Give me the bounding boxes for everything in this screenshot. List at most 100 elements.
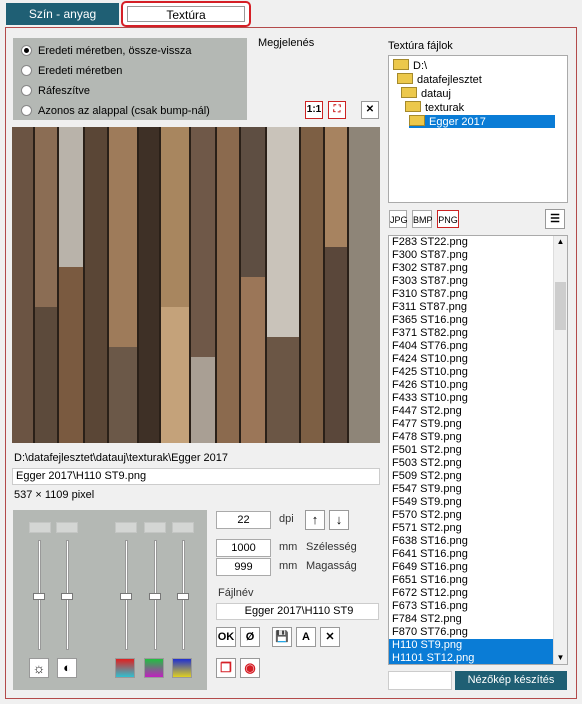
filename-label: Fájlnév (218, 587, 254, 599)
radio-dot (21, 45, 32, 56)
scroll-up-icon[interactable]: ▲ (555, 237, 566, 247)
file-list-item[interactable]: F365 ST16.png (389, 314, 567, 327)
tree-node-label: D:\ (413, 60, 428, 72)
red-channel-icon[interactable] (115, 658, 135, 678)
contrast-icon[interactable]: ◐ (57, 658, 77, 678)
width-unit: mm (279, 541, 298, 553)
file-list-item[interactable]: F549 ST9.png (389, 496, 567, 509)
file-list-item[interactable]: H110 ST9.png (389, 639, 567, 652)
file-list-item[interactable]: F501 ST2.png (389, 444, 567, 457)
tab-color-material[interactable]: Szín - anyag (6, 3, 119, 25)
arrow-up-icon[interactable]: ↑ (305, 510, 325, 530)
file-list-item[interactable]: F784 ST2.png (389, 613, 567, 626)
slider-handle[interactable] (120, 593, 132, 600)
slider-handle[interactable] (149, 593, 161, 600)
tree-node-label: datauj (421, 88, 451, 100)
file-list-item[interactable]: F300 ST87.png (389, 249, 567, 262)
file-list-item[interactable]: F673 ST16.png (389, 600, 567, 613)
file-list-item[interactable]: F547 ST9.png (389, 483, 567, 496)
pixel-size: 537 × 1109 pixel (14, 489, 95, 501)
radio-label: Eredeti méretben (38, 65, 123, 77)
slider-handle[interactable] (33, 593, 45, 600)
radio-original-random[interactable]: Eredeti méretben, össze-vissza (21, 44, 191, 58)
scroll-thumb[interactable] (555, 282, 566, 330)
folder-icon (401, 87, 417, 98)
radio-stretched[interactable]: Ráfeszítve (21, 84, 90, 98)
file-list-item[interactable]: F478 ST9.png (389, 431, 567, 444)
tree-node[interactable]: D:\ (393, 59, 427, 72)
fit-icon[interactable]: ⛶ (328, 101, 346, 119)
texture-path: D:\datafejlesztet\datauj\texturak\Egger … (14, 452, 229, 464)
folder-tree: D:\ datafejlesztet datauj texturak Egger… (388, 55, 568, 203)
file-list-item[interactable]: F571 ST2.png (389, 522, 567, 535)
format-jpg-button[interactable]: JPG (389, 210, 408, 228)
rename-icon[interactable]: A (296, 627, 316, 647)
radio-same-as-base[interactable]: Azonos az alappal (csak bump-nál) (21, 104, 210, 118)
file-list-item[interactable]: F311 ST87.png (389, 301, 567, 314)
one-to-one-button[interactable]: 1:1 (305, 101, 323, 119)
file-list-item[interactable]: F870 ST76.png (389, 626, 567, 639)
slider-value-box (56, 522, 78, 533)
create-preview-button[interactable]: Nézőkép készítés (455, 671, 567, 690)
file-list-item[interactable]: F424 ST10.png (389, 353, 567, 366)
width-input[interactable]: 1000 (216, 539, 271, 557)
file-list-item[interactable]: F310 ST87.png (389, 288, 567, 301)
cancel-button[interactable]: Ø (240, 627, 260, 647)
tree-node-label: datafejlesztet (417, 74, 482, 86)
height-input[interactable]: 999 (216, 558, 271, 576)
file-list-item[interactable]: F651 ST16.png (389, 574, 567, 587)
height-label: Magasság (306, 560, 357, 572)
slider-handle[interactable] (177, 593, 189, 600)
slider-value-box (172, 522, 194, 533)
tab-texture[interactable]: Textúra (121, 1, 251, 27)
file-list-item[interactable]: F649 ST16.png (389, 561, 567, 574)
file-list-item[interactable]: F570 ST2.png (389, 509, 567, 522)
adjustment-sliders: ☼ ◐ (13, 510, 207, 690)
filename-input[interactable]: Egger 2017\H110 ST9 (216, 603, 379, 620)
folder-icon (397, 73, 413, 84)
tree-view-icon[interactable]: ☰ (545, 209, 565, 229)
file-list-item[interactable]: F283 ST22.png (389, 236, 567, 249)
file-list-item[interactable]: F672 ST12.png (389, 587, 567, 600)
file-list-item[interactable]: F404 ST76.png (389, 340, 567, 353)
green-channel-icon[interactable] (144, 658, 164, 678)
copy-icon[interactable]: ❐ (216, 658, 236, 678)
dpi-input[interactable]: 22 (216, 511, 271, 529)
file-list-item[interactable]: F426 ST10.png (389, 379, 567, 392)
arrow-down-icon[interactable]: ↓ (329, 510, 349, 530)
radio-dot (21, 105, 32, 116)
file-list-item[interactable]: F477 ST9.png (389, 418, 567, 431)
file-list-item[interactable]: F433 ST10.png (389, 392, 567, 405)
blue-channel-icon[interactable] (172, 658, 192, 678)
format-png-button[interactable]: PNG (437, 210, 459, 228)
file-list-item[interactable]: F303 ST87.png (389, 275, 567, 288)
preview-name-input[interactable] (388, 671, 452, 690)
tree-node-label: Egger 2017 (429, 116, 486, 128)
file-list-item[interactable]: F503 ST2.png (389, 457, 567, 470)
tree-node[interactable]: datafejlesztet (397, 73, 482, 86)
width-label: Szélesség (306, 541, 357, 553)
ok-button[interactable]: OK (216, 627, 236, 647)
save-icon[interactable]: 💾 (272, 627, 292, 647)
delete-button[interactable]: ✕ (320, 627, 340, 647)
file-list-item[interactable]: F371 ST82.png (389, 327, 567, 340)
brightness-icon[interactable]: ☼ (29, 658, 49, 678)
scrollbar[interactable]: ▲ ▼ (553, 236, 567, 664)
scroll-down-icon[interactable]: ▼ (555, 653, 566, 663)
radio-original[interactable]: Eredeti méretben (21, 64, 122, 78)
tree-node-selected[interactable]: Egger 2017 (409, 115, 555, 128)
file-list-item[interactable]: F302 ST87.png (389, 262, 567, 275)
file-list-item[interactable]: F509 ST2.png (389, 470, 567, 483)
file-list-item[interactable]: F641 ST16.png (389, 548, 567, 561)
target-icon[interactable]: ◉ (240, 658, 260, 678)
tree-title: Textúra fájlok (388, 40, 453, 52)
clear-image-button[interactable]: ✕ (361, 101, 379, 119)
file-list-item[interactable]: F638 ST16.png (389, 535, 567, 548)
tree-node[interactable]: texturak (405, 101, 464, 114)
format-bmp-button[interactable]: BMP (412, 210, 433, 228)
file-list-item[interactable]: H1101 ST12.png (389, 652, 567, 664)
file-list-item[interactable]: F447 ST2.png (389, 405, 567, 418)
slider-handle[interactable] (61, 593, 73, 600)
tree-node[interactable]: datauj (401, 87, 451, 100)
file-list-item[interactable]: F425 ST10.png (389, 366, 567, 379)
